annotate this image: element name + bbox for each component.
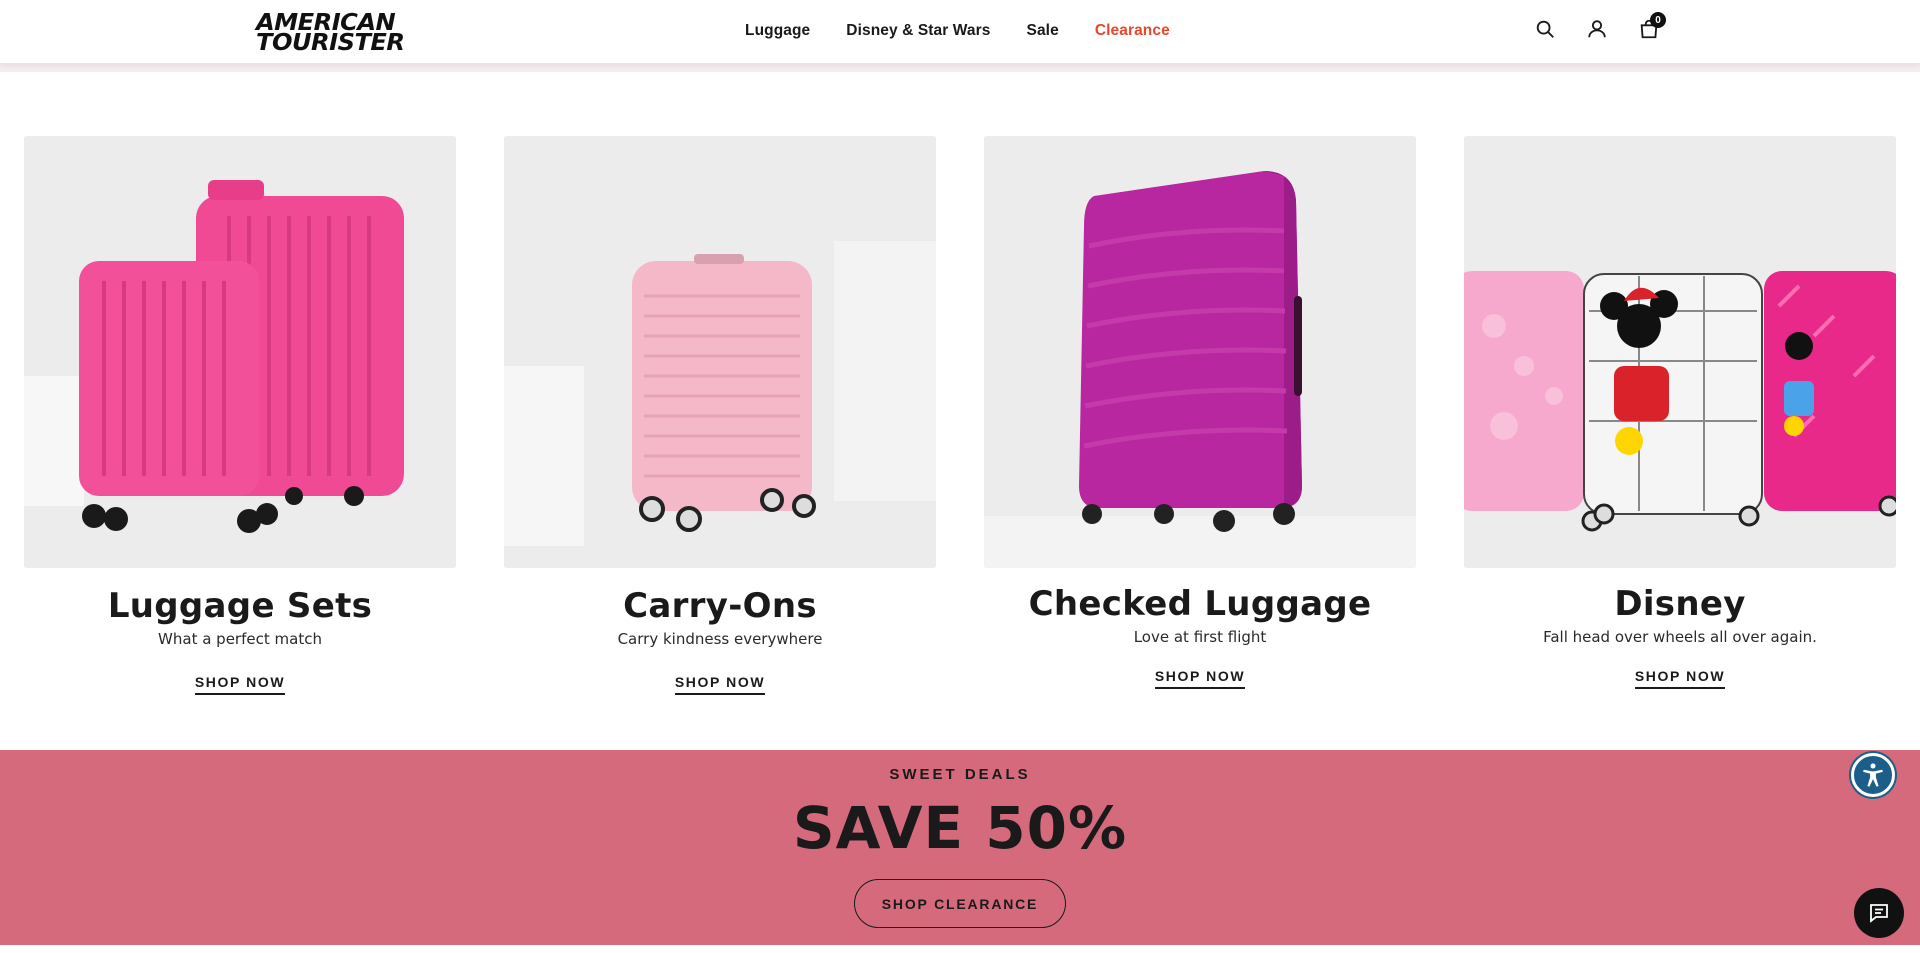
category-card-checked-luggage: Checked Luggage Love at first flight SHO…: [984, 136, 1416, 695]
header-divider: [0, 64, 1920, 72]
shop-now-link-luggage-sets[interactable]: SHOP NOW: [194, 674, 286, 695]
checked-luggage-image[interactable]: [984, 136, 1416, 568]
shop-now-link-disney[interactable]: SHOP NOW: [1634, 668, 1726, 689]
promo-banner: SWEET DEALS SAVE 50% SHOP CLEARANCE: [0, 750, 1920, 945]
brand-logo[interactable]: AMERICAN TOURISTER: [256, 12, 437, 56]
header-icons: 0: [1534, 12, 1666, 40]
card-title: Disney: [1614, 584, 1746, 624]
shop-clearance-button[interactable]: SHOP CLEARANCE: [854, 879, 1066, 928]
card-title: Luggage Sets: [107, 586, 373, 626]
nav-item-luggage[interactable]: Luggage: [745, 22, 810, 40]
brand-logo-line2: TOURISTER: [256, 30, 405, 56]
card-title: Carry-Ons: [623, 586, 817, 626]
nav-item-sale[interactable]: Sale: [1027, 22, 1059, 40]
nav-item-disney-star-wars[interactable]: Disney & Star Wars: [846, 22, 990, 40]
shop-now-link-carry-ons[interactable]: SHOP NOW: [674, 674, 766, 695]
card-subtitle: Fall head over wheels all over again.: [1543, 628, 1817, 646]
luggage-sets-image[interactable]: [24, 136, 456, 568]
category-card-carry-ons: Carry-Ons Carry kindness everywhere SHOP…: [504, 136, 936, 695]
main-nav: Luggage Disney & Star Wars Sale Clearanc…: [745, 22, 1170, 40]
promo-title: SAVE 50%: [792, 794, 1128, 862]
user-icon[interactable]: [1586, 18, 1608, 40]
card-subtitle: Carry kindness everywhere: [617, 630, 823, 648]
card-subtitle: Love at first flight: [1133, 628, 1267, 646]
accessibility-icon[interactable]: [1851, 753, 1895, 797]
card-subtitle: What a perfect match: [158, 630, 322, 648]
carry-ons-image[interactable]: [504, 136, 936, 568]
card-title: Checked Luggage: [1028, 584, 1372, 624]
shopping-bag-icon[interactable]: 0: [1638, 12, 1666, 40]
shop-now-link-checked-luggage[interactable]: SHOP NOW: [1154, 668, 1246, 689]
promo-eyebrow: SWEET DEALS: [889, 766, 1031, 783]
disney-image[interactable]: [1464, 136, 1896, 568]
chat-icon[interactable]: [1854, 888, 1904, 938]
search-icon[interactable]: [1534, 18, 1556, 40]
cart-count-badge: 0: [1650, 12, 1666, 28]
category-cards: Luggage Sets What a perfect match SHOP N…: [24, 136, 1896, 695]
category-card-luggage-sets: Luggage Sets What a perfect match SHOP N…: [24, 136, 456, 695]
category-card-disney: Disney Fall head over wheels all over ag…: [1464, 136, 1896, 695]
site-header: AMERICAN TOURISTER Luggage Disney & Star…: [0, 0, 1920, 64]
nav-item-clearance[interactable]: Clearance: [1095, 22, 1170, 40]
page-bottom: [0, 945, 1920, 953]
